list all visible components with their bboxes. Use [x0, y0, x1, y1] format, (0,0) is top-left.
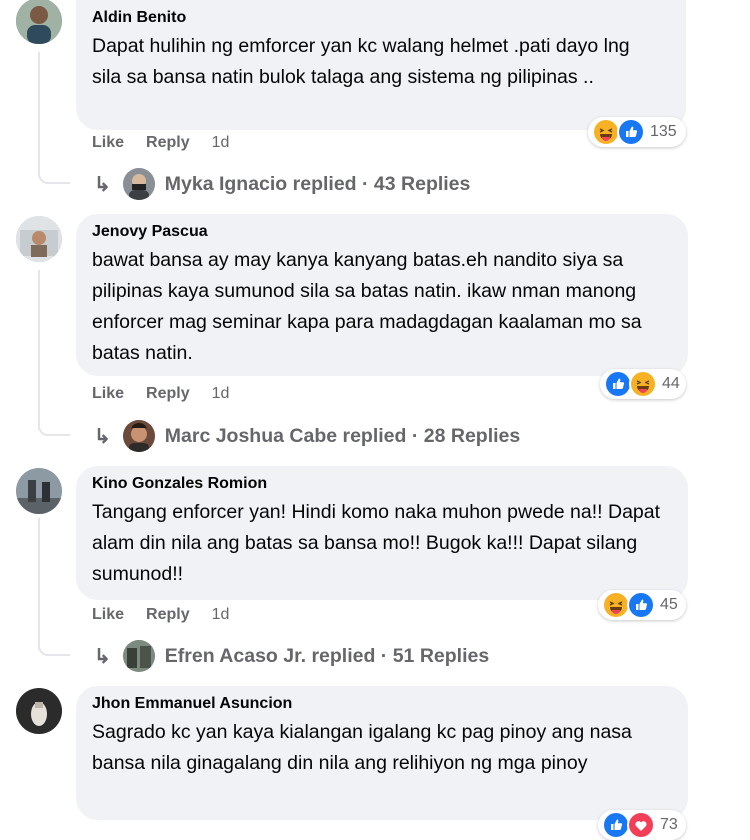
comment-actions: Like Reply 1d — [92, 385, 229, 403]
view-replies[interactable]: ↳ Marc Joshua Cabe replied · 28 Replies — [94, 420, 520, 452]
reply-arrow-icon: ↳ — [94, 425, 111, 448]
reaction-summary[interactable]: 45 — [598, 590, 686, 620]
haha-icon — [592, 118, 620, 146]
reply-button[interactable]: Reply — [146, 385, 190, 403]
comment-text: Sagrado kc yan kaya kialangan igalang kc… — [92, 721, 632, 774]
reaction-count: 44 — [662, 375, 680, 392]
avatar[interactable] — [16, 468, 62, 514]
avatar — [122, 420, 155, 452]
reply-button[interactable]: Reply — [146, 606, 190, 624]
comment-text: Tangang enforcer yan! Hindi komo naka mu… — [92, 501, 661, 585]
avatar — [122, 640, 155, 672]
comment-author[interactable]: Kino Gonzales Romion — [92, 474, 672, 494]
comment-author[interactable]: Jenovy Pascua — [92, 222, 672, 242]
like-button[interactable]: Like — [92, 134, 124, 152]
reaction-count: 73 — [660, 816, 678, 833]
reaction-count: 135 — [650, 123, 677, 140]
reaction-summary[interactable]: 73 — [598, 810, 686, 840]
comment-bubble: Jhon Emmanuel Asuncion Sagrado kc yan ka… — [76, 686, 688, 820]
comment-text: Dapat hulihin ng emforcer yan kc walang … — [92, 35, 630, 88]
like-icon — [604, 370, 632, 398]
comment-text: bawat bansa ay may kanya kanyang batas.e… — [92, 249, 642, 364]
thread-elbow — [38, 168, 70, 184]
haha-icon — [602, 591, 630, 619]
love-icon — [627, 811, 655, 839]
comment-author[interactable]: Aldin Benito — [92, 8, 670, 28]
comment-bubble: Kino Gonzales Romion Tangang enforcer ya… — [76, 466, 688, 600]
reaction-summary[interactable]: 44 — [600, 369, 686, 399]
replies-summary: Myka Ignacio replied · 43 Replies — [164, 172, 471, 195]
avatar[interactable] — [16, 688, 62, 734]
thread-line — [38, 52, 40, 176]
view-replies[interactable]: ↳ Myka Ignacio replied · 43 Replies — [94, 168, 470, 200]
thread-line — [38, 270, 40, 430]
comment-timestamp[interactable]: 1d — [212, 606, 230, 624]
thread-elbow — [38, 640, 70, 656]
avatar — [122, 168, 155, 200]
avatar[interactable] — [16, 0, 62, 44]
comment-author[interactable]: Jhon Emmanuel Asuncion — [92, 694, 672, 714]
comment-timestamp[interactable]: 1d — [212, 134, 230, 152]
like-icon — [617, 118, 645, 146]
view-replies[interactable]: ↳ Efren Acaso Jr. replied · 51 Replies — [94, 640, 489, 672]
replies-summary: Efren Acaso Jr. replied · 51 Replies — [164, 644, 490, 667]
comment-bubble: Aldin Benito Dapat hulihin ng emforcer y… — [76, 0, 686, 130]
haha-icon — [629, 370, 657, 398]
like-button[interactable]: Like — [92, 385, 124, 403]
like-icon — [602, 811, 630, 839]
reply-arrow-icon: ↳ — [94, 645, 111, 668]
comment-bubble: Jenovy Pascua bawat bansa ay may kanya k… — [76, 214, 688, 376]
comment-actions: Like Reply 1d — [92, 606, 229, 624]
avatar[interactable] — [16, 216, 62, 262]
reply-arrow-icon: ↳ — [94, 173, 111, 196]
reaction-summary[interactable]: 135 — [588, 117, 686, 147]
like-icon — [627, 591, 655, 619]
reaction-count: 45 — [660, 596, 678, 613]
comment-timestamp[interactable]: 1d — [212, 385, 230, 403]
replies-summary: Marc Joshua Cabe replied · 28 Replies — [164, 424, 521, 447]
like-button[interactable]: Like — [92, 606, 124, 624]
comment-actions: Like Reply 1d — [92, 134, 229, 152]
reply-button[interactable]: Reply — [146, 134, 190, 152]
thread-elbow — [38, 420, 70, 436]
thread-line — [38, 518, 40, 650]
